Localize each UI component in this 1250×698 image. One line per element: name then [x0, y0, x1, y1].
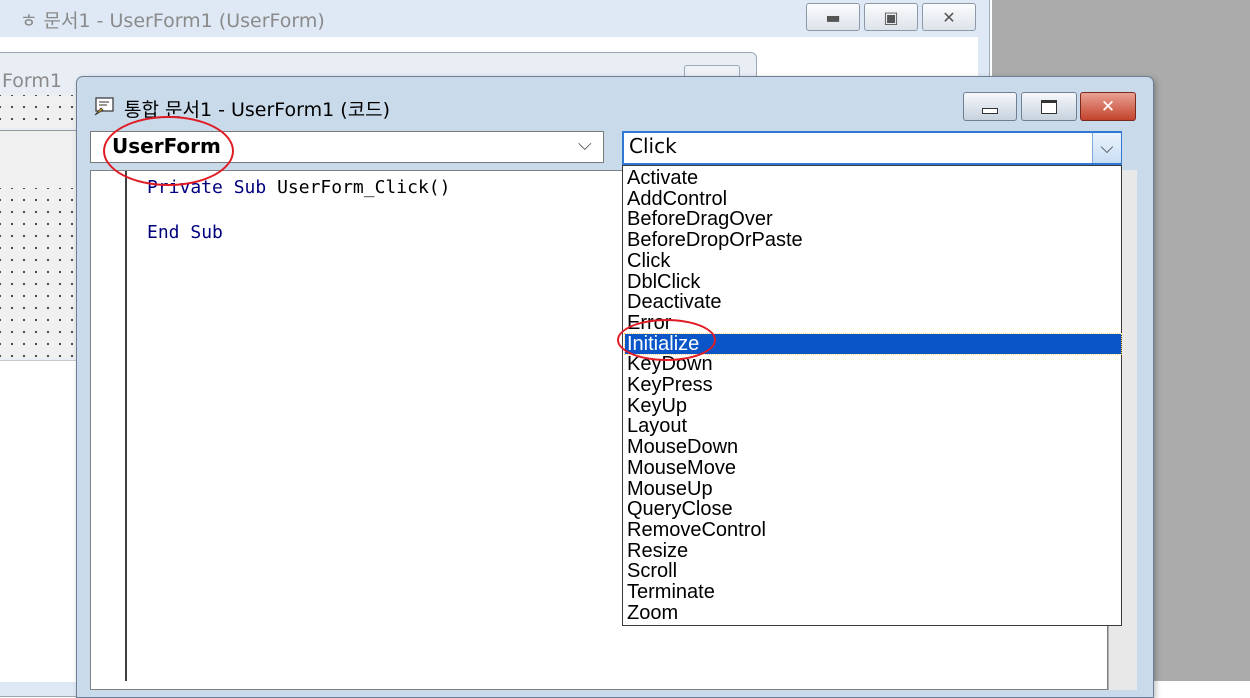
procedure-option[interactable]: Terminate: [625, 582, 1121, 602]
designer-minimize-button[interactable]: ▬: [806, 3, 860, 31]
procedure-option[interactable]: KeyUp: [625, 396, 1121, 416]
annotation-circle-userform: [103, 116, 234, 186]
code-window-icon: [94, 97, 114, 116]
procedure-option[interactable]: Zoom: [625, 603, 1121, 623]
chevron-down-icon[interactable]: ⌵: [578, 134, 592, 155]
designer-window-title: ㅎ 문서1 - UserForm1 (UserForm): [20, 6, 325, 33]
procedure-combo[interactable]: [622, 131, 1122, 165]
procedure-option[interactable]: DblClick: [625, 272, 1121, 292]
procedure-option[interactable]: MouseMove: [625, 458, 1121, 478]
close-icon: ✕: [1100, 96, 1116, 117]
userform-body: [0, 130, 76, 189]
minimize-icon: [982, 107, 998, 114]
procedure-option[interactable]: AddControl: [625, 189, 1121, 209]
procedure-option[interactable]: RemoveControl: [625, 520, 1121, 540]
chevron-down-icon: ⌵: [1100, 138, 1114, 158]
procedure-option[interactable]: KeyDown: [625, 354, 1121, 374]
procedure-option[interactable]: Activate: [625, 168, 1121, 188]
procedure-option[interactable]: KeyPress: [625, 375, 1121, 395]
keyword-sub: Sub: [190, 222, 223, 243]
procedure-option[interactable]: QueryClose: [625, 499, 1121, 519]
code-margin[interactable]: [91, 171, 127, 681]
designer-title-text: 문서1 - UserForm1 (UserForm): [43, 10, 325, 32]
procedure-option[interactable]: Deactivate: [625, 292, 1121, 312]
procedure-option[interactable]: MouseUp: [625, 479, 1121, 499]
code-minimize-button[interactable]: [963, 92, 1017, 121]
designer-close-button[interactable]: ✕: [922, 3, 976, 31]
procedure-option[interactable]: BeforeDragOver: [625, 209, 1121, 229]
designer-maximize-button[interactable]: ▣: [864, 3, 918, 31]
maximize-icon: ▣: [883, 7, 899, 27]
userform-grid-top: [0, 95, 76, 128]
code-line-end-sub[interactable]: End Sub: [147, 222, 223, 243]
close-icon: ✕: [942, 7, 956, 27]
maximize-icon: [1041, 99, 1057, 114]
userform-title: Form1: [2, 70, 62, 92]
keyword-sub: Sub: [233, 177, 267, 198]
procedure-option[interactable]: BeforeDropOrPaste: [625, 230, 1121, 250]
userform-grid[interactable]: [0, 188, 76, 358]
procedure-option[interactable]: Resize: [625, 541, 1121, 561]
minimize-icon: ▬: [825, 7, 841, 27]
procedure-name: UserForm_Click(): [277, 177, 451, 198]
procedure-dropdown-list[interactable]: Activate AddControl BeforeDragOver BeforeDr…: [622, 165, 1122, 626]
procedure-option[interactable]: Scroll: [625, 561, 1121, 581]
procedure-combo-value: Click: [629, 134, 677, 158]
designer-empty-area: [0, 360, 76, 682]
procedure-option[interactable]: MouseDown: [625, 437, 1121, 457]
procedure-option[interactable]: Click: [625, 251, 1121, 271]
procedure-option[interactable]: Layout: [625, 416, 1121, 436]
procedure-dropdown-button[interactable]: ⌵: [1092, 133, 1121, 163]
annotation-circle-initialize: [617, 319, 716, 361]
designer-title-prefix: ㅎ: [20, 10, 38, 32]
code-close-button[interactable]: ✕: [1080, 92, 1136, 121]
code-maximize-button[interactable]: [1021, 92, 1077, 121]
keyword-end: End: [147, 222, 180, 243]
